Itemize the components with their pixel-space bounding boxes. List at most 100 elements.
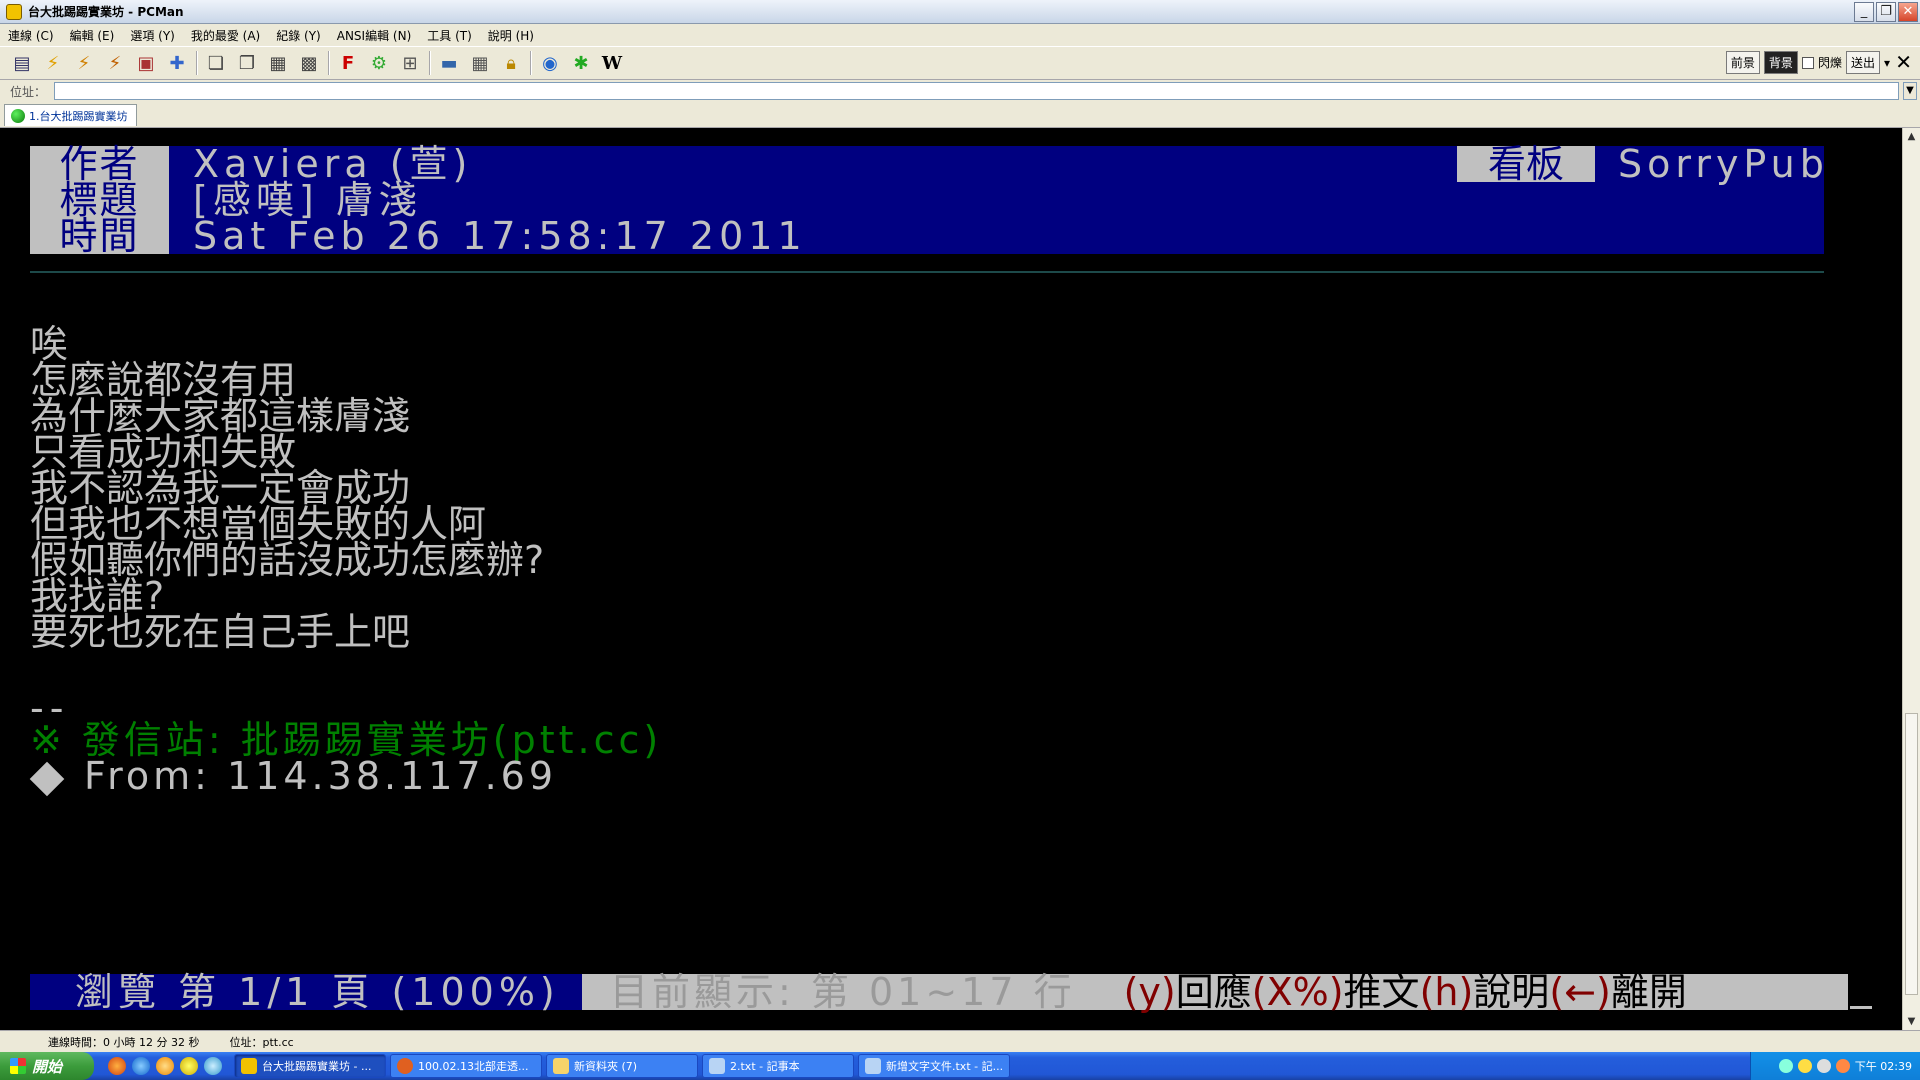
grid-icon[interactable]: ⊞ bbox=[398, 51, 422, 75]
folder-icon bbox=[553, 1058, 569, 1074]
leave-key[interactable]: (←) bbox=[1549, 970, 1611, 1014]
minimize-button[interactable]: _ bbox=[1854, 2, 1874, 22]
toolbar-separator bbox=[328, 51, 330, 75]
messenger-icon[interactable] bbox=[156, 1057, 174, 1075]
task-label: 2.txt - 記事本 bbox=[730, 1060, 800, 1073]
send-button[interactable]: 送出 bbox=[1845, 51, 1880, 74]
blink-label: 閃爍 bbox=[1817, 56, 1842, 70]
task-label: 台大批踢踢實業坊 - ... bbox=[262, 1060, 372, 1073]
help-label[interactable]: 說明 bbox=[1473, 970, 1549, 1014]
reconnect-icon[interactable]: ⚡ bbox=[72, 51, 96, 75]
paste-icon[interactable]: ▦ bbox=[266, 51, 290, 75]
tab-bar: 1.台大批踢踢實業坊 bbox=[0, 102, 1920, 128]
help-key[interactable]: (h) bbox=[1420, 970, 1474, 1014]
start-label: 開始 bbox=[32, 1057, 63, 1076]
menu-help[interactable]: 說明 (H) bbox=[480, 27, 542, 44]
browser-icon[interactable] bbox=[204, 1057, 222, 1075]
copy-icon[interactable]: ❏ bbox=[204, 51, 228, 75]
menu-log[interactable]: 紀錄 (Y) bbox=[268, 27, 329, 44]
connected-status-icon bbox=[11, 108, 25, 123]
notepad-icon bbox=[709, 1058, 725, 1074]
toolbar-close-icon[interactable]: ✕ bbox=[1895, 50, 1912, 74]
body-line: 我找誰? bbox=[30, 574, 165, 618]
add-favorite-icon[interactable]: ✚ bbox=[165, 51, 189, 75]
toolbar-separator bbox=[530, 51, 532, 75]
lock-icon[interactable]: 🔒︎ bbox=[499, 51, 523, 75]
article-time: Sat Feb 26 17:58:17 2011 bbox=[193, 214, 807, 258]
restore-button[interactable]: ❐ bbox=[1876, 2, 1896, 22]
task-pcman[interactable]: 台大批踢踢實業坊 - ... bbox=[234, 1054, 386, 1078]
address-dropdown-icon[interactable]: ▼ bbox=[1903, 82, 1918, 100]
menu-favorites[interactable]: 我的最愛 (A) bbox=[183, 27, 268, 44]
status-bar: 連線時間：0 小時 12 分 32 秒 位址：ptt.cc bbox=[0, 1030, 1920, 1052]
menu-ansi-edit[interactable]: ANSI編輯 (N) bbox=[329, 27, 420, 44]
browse-status: 瀏覽 第 1/1 頁 (100%) bbox=[30, 973, 582, 1011]
article-author: Xaviera (萱) bbox=[193, 142, 473, 186]
menu-connection[interactable]: 連線 (C) bbox=[0, 27, 62, 44]
scroll-down-icon[interactable]: ▼ bbox=[1903, 1013, 1920, 1030]
ie-icon[interactable] bbox=[132, 1057, 150, 1075]
send-dropdown-icon[interactable]: ▾ bbox=[1884, 56, 1890, 70]
security-shield-icon[interactable] bbox=[1797, 1059, 1812, 1073]
body-line: 我不認為我一定會成功 bbox=[30, 466, 411, 510]
reply-key[interactable]: (y) bbox=[1124, 970, 1176, 1014]
start-button[interactable]: 開始 bbox=[0, 1052, 94, 1080]
toolbar-separator bbox=[196, 51, 198, 75]
title-label: 標題 bbox=[30, 181, 169, 219]
notepad-icon bbox=[865, 1058, 881, 1074]
toolbar: ▤ ⚡ ⚡ ⚡ ▣ ✚ ❏ ❐ ▦ ▩ F ⚙ ⊞ ▬ ▦ 🔒︎ ◉ ✱ W 前… bbox=[0, 46, 1920, 80]
time-label: 時間 bbox=[30, 217, 169, 255]
leave-label[interactable]: 離開 bbox=[1611, 970, 1687, 1014]
clock[interactable]: 下午 02:39 bbox=[1855, 1058, 1912, 1074]
body-line: 但我也不想當個失敗的人阿 bbox=[30, 502, 487, 546]
wikipedia-icon[interactable]: W bbox=[600, 51, 624, 75]
select-all-icon[interactable]: ▩ bbox=[297, 51, 321, 75]
close-button[interactable]: ✕ bbox=[1898, 2, 1918, 22]
menu-edit[interactable]: 編輯 (E) bbox=[62, 27, 123, 44]
site-list-icon[interactable]: ▤ bbox=[10, 51, 34, 75]
menu-tools[interactable]: 工具 (T) bbox=[419, 27, 480, 44]
screen-icon[interactable]: ▬ bbox=[437, 51, 461, 75]
push-key[interactable]: (X%) bbox=[1252, 970, 1344, 1014]
status-address: 位址：ptt.cc bbox=[229, 1035, 294, 1049]
pcman-app-icon bbox=[6, 3, 22, 20]
menu-options[interactable]: 選項 (Y) bbox=[122, 27, 183, 44]
scroll-up-icon[interactable]: ▲ bbox=[1903, 128, 1920, 145]
signature-from: From: 114.38.117.69 bbox=[84, 754, 558, 798]
push-label[interactable]: 推文 bbox=[1344, 970, 1420, 1014]
connection-time: 連線時間：0 小時 12 分 32 秒 bbox=[48, 1035, 200, 1049]
address-input[interactable] bbox=[54, 82, 1900, 100]
blink-checkbox[interactable] bbox=[1801, 56, 1814, 69]
background-color-button[interactable]: 背景 bbox=[1763, 51, 1798, 74]
diamond-icon bbox=[29, 761, 65, 796]
foreground-color-button[interactable]: 前景 bbox=[1725, 51, 1760, 74]
command-hints: 目前顯示: 第 01~17 行 (y)回應(X%)推文(h)說明(←)離開 bbox=[582, 973, 1848, 1011]
font-icon[interactable]: F bbox=[336, 51, 360, 75]
firefox-icon[interactable] bbox=[108, 1057, 126, 1075]
tab-ptt[interactable]: 1.台大批踢踢實業坊 bbox=[4, 104, 137, 126]
reply-label[interactable]: 回應 bbox=[1176, 970, 1252, 1014]
task-folder[interactable]: 新資料夾 (7) bbox=[546, 1054, 698, 1078]
body-line: 要死也死在自己手上吧 bbox=[30, 610, 411, 654]
search-icon[interactable]: ◉ bbox=[538, 51, 562, 75]
flower-icon[interactable]: ✱ bbox=[569, 51, 593, 75]
antivirus-icon[interactable] bbox=[1835, 1059, 1850, 1073]
network-icon[interactable] bbox=[1778, 1059, 1793, 1073]
quick-connect-icon[interactable]: ⚡ bbox=[41, 51, 65, 75]
settings-gear-icon[interactable]: ⚙ bbox=[367, 51, 391, 75]
pcman-task-icon bbox=[241, 1058, 257, 1074]
copy-ansi-icon[interactable]: ❐ bbox=[235, 51, 259, 75]
close-tab-icon[interactable]: ▣ bbox=[134, 51, 158, 75]
calendar-icon[interactable]: ▦ bbox=[468, 51, 492, 75]
volume-icon[interactable] bbox=[1816, 1059, 1831, 1073]
terminal-scrollbar[interactable]: ▲ ▼ bbox=[1902, 128, 1920, 1030]
firefox-task-icon bbox=[397, 1058, 413, 1074]
task-notepad-1[interactable]: 2.txt - 記事本 bbox=[702, 1054, 854, 1078]
disconnect-icon[interactable]: ⚡ bbox=[103, 51, 127, 75]
header-divider bbox=[30, 271, 1824, 273]
task-notepad-2[interactable]: 新增文字文件.txt - 記... bbox=[858, 1054, 1010, 1078]
body-line: 為什麼大家都這樣膚淺 bbox=[30, 394, 411, 438]
scrollbar-thumb[interactable] bbox=[1905, 713, 1918, 995]
smiley-icon[interactable] bbox=[180, 1057, 198, 1075]
task-firefox[interactable]: 100.02.13北部走透... bbox=[390, 1054, 542, 1078]
